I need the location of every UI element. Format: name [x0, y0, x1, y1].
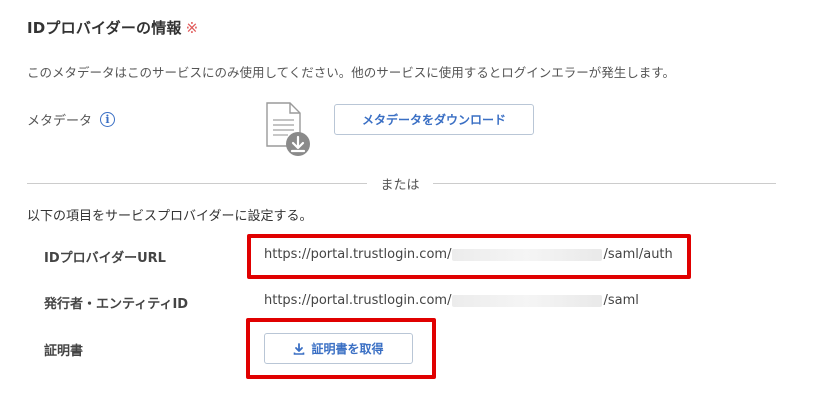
- idp-url-label: IDプロバイダーURL: [44, 251, 166, 266]
- document-download-icon: [266, 102, 310, 156]
- issuer-value: https://portal.trustlogin.com/ /saml: [264, 293, 639, 308]
- section-title-text: IDプロバイダーの情報: [27, 19, 182, 37]
- instruction-text: 以下の項目をサービスプロバイダーに設定する。: [27, 209, 313, 224]
- info-icon[interactable]: i: [100, 112, 116, 127]
- certificate-label: 証明書: [44, 344, 84, 359]
- redacted-segment: [452, 294, 603, 307]
- issuer-prefix: https://portal.trustlogin.com/: [264, 293, 452, 308]
- download-metadata-button[interactable]: メタデータをダウンロード: [334, 104, 534, 135]
- divider-left: [27, 183, 367, 184]
- divider-or-text: または: [380, 178, 420, 193]
- section-description: このメタデータはこのサービスにのみ使用してください。他のサービスに使用するとログ…: [27, 65, 676, 80]
- issuer-label: 発行者・エンティティID: [44, 297, 189, 312]
- required-mark: ※: [185, 19, 199, 37]
- highlight-box-certificate: [246, 318, 436, 379]
- metadata-label-row: メタデータ i: [27, 110, 116, 129]
- highlight-box-idp-url: [247, 234, 691, 279]
- metadata-label: メタデータ: [27, 114, 93, 129]
- section-title: IDプロバイダーの情報 ※: [27, 17, 198, 38]
- divider-right: [433, 183, 776, 184]
- issuer-suffix: /saml: [603, 293, 639, 308]
